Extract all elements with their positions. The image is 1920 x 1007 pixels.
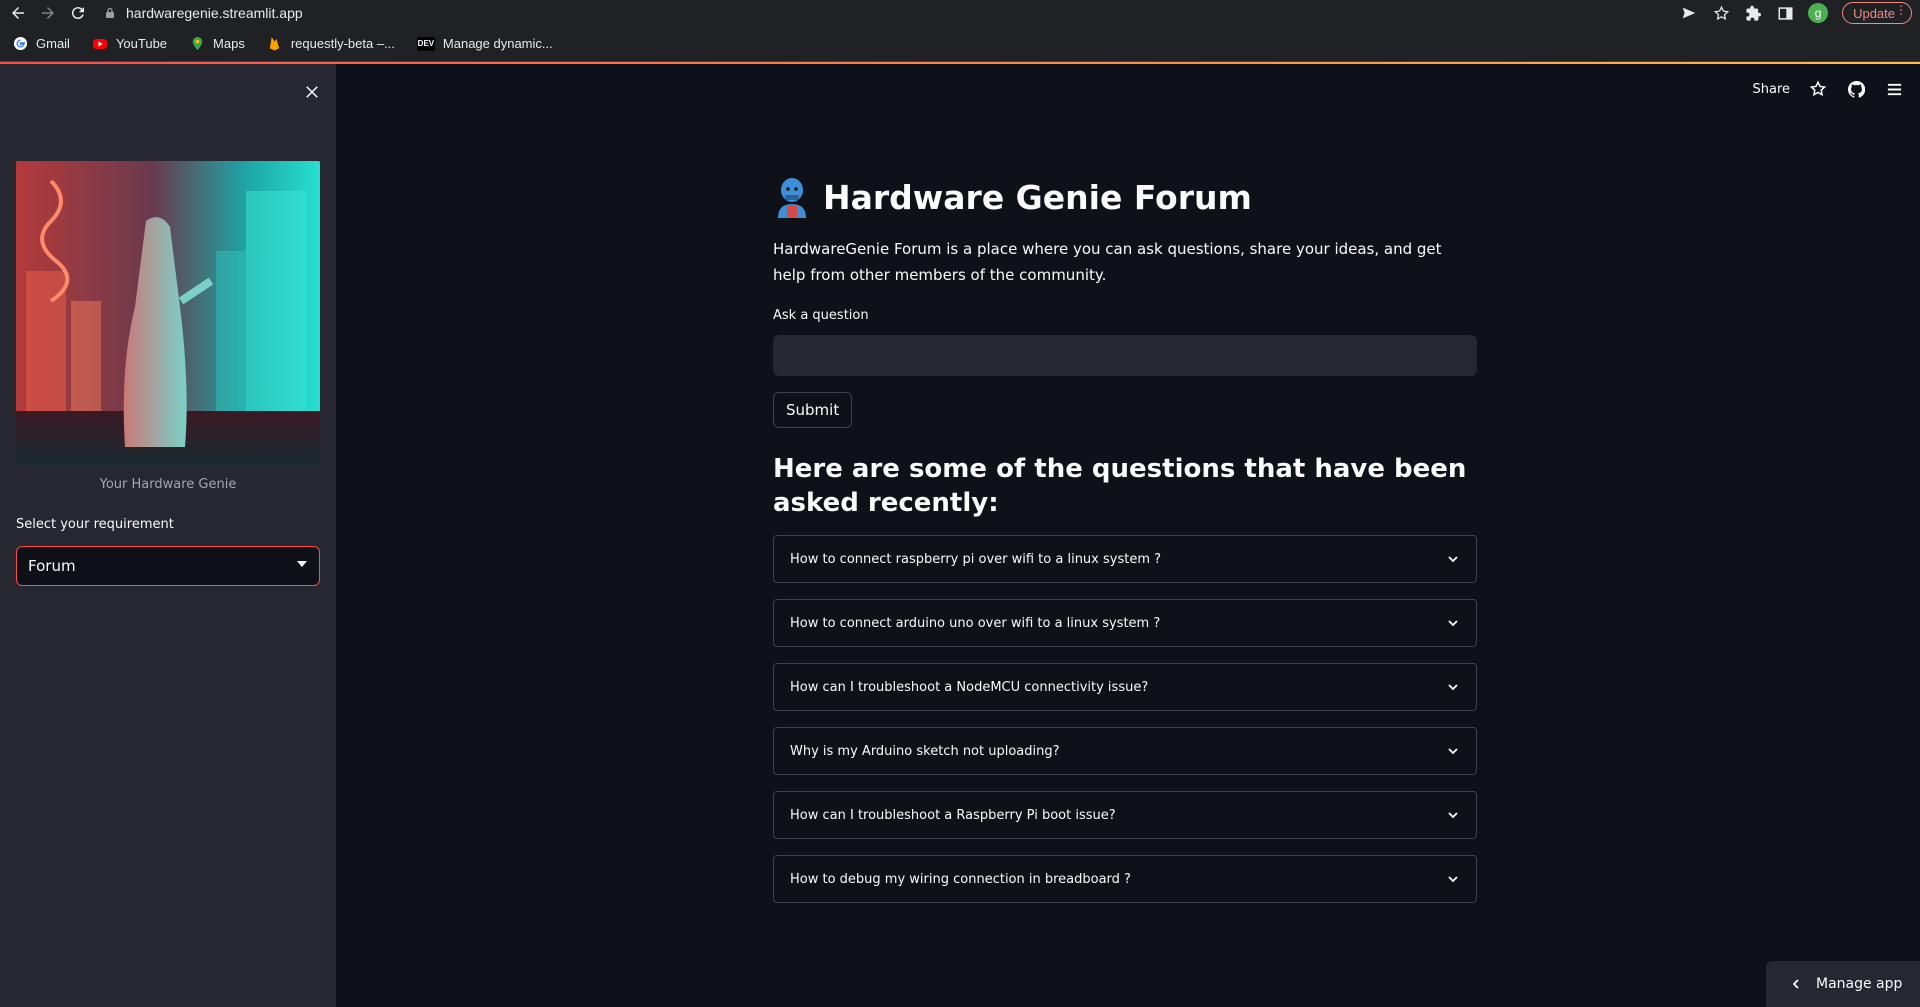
bookmark-label: Gmail [36, 36, 70, 51]
maps-icon [189, 36, 205, 52]
bookmark-youtube[interactable]: YouTube [92, 36, 167, 52]
page-title: Hardware Genie Forum [823, 177, 1252, 217]
bookmark-manage-dynamic[interactable]: DEV Manage dynamic... [416, 36, 553, 51]
hamburger-menu-icon[interactable] [1884, 79, 1904, 99]
chevron-down-icon [1448, 684, 1458, 691]
question-input[interactable] [773, 335, 1477, 376]
chevron-down-icon [1448, 876, 1458, 883]
firebase-icon [267, 36, 283, 52]
forward-icon[interactable] [36, 1, 60, 25]
caret-down-icon [297, 561, 307, 567]
chevron-down-icon [1448, 812, 1458, 819]
browser-toolbar: hardwaregenie.streamlit.app g Update ⋮ [0, 0, 1920, 26]
update-button[interactable]: Update ⋮ [1842, 2, 1912, 24]
bookmark-label: Manage dynamic... [442, 36, 553, 51]
manage-app-label: Manage app [1816, 976, 1903, 992]
profile-avatar[interactable]: g [1808, 3, 1829, 23]
genie-image [16, 161, 320, 465]
question-label: Ask a question [773, 308, 869, 323]
chevron-down-icon [1448, 748, 1458, 755]
manage-app-button[interactable]: Manage app [1766, 961, 1920, 1007]
url-text[interactable]: hardwaregenie.streamlit.app [126, 5, 303, 21]
chevron-down-icon [1448, 556, 1458, 563]
faq-expander[interactable]: How to connect arduino uno over wifi to … [773, 599, 1477, 647]
genie-icon [778, 178, 806, 218]
sidebar: Your Hardware Genie Select your requirem… [0, 64, 336, 1007]
bookmark-label: YouTube [115, 36, 168, 51]
share-button[interactable]: Share [1752, 82, 1790, 97]
close-sidebar-icon[interactable] [300, 80, 324, 104]
faq-expander[interactable]: How can I troubleshoot a NodeMCU connect… [773, 663, 1477, 711]
app-header: Share [1752, 78, 1904, 100]
faq-question: How to connect raspberry pi over wifi to… [790, 551, 1162, 567]
bookmarks-bar: Gmail YouTube Maps requestly-beta –... D… [0, 26, 1920, 62]
faq-question: Why is my Arduino sketch not uploading? [790, 743, 1060, 759]
bookmark-requestly[interactable]: requestly-beta –... [267, 36, 395, 52]
faq-list: How to connect raspberry pi over wifi to… [773, 535, 1477, 903]
chevron-down-icon [1448, 620, 1458, 627]
faq-expander[interactable]: Why is my Arduino sketch not uploading? [773, 727, 1477, 775]
star-icon[interactable] [1808, 79, 1828, 99]
title-row: Hardware Genie Forum [773, 170, 1477, 224]
faq-question: How to debug my wiring connection in bre… [790, 871, 1131, 887]
bookmark-star-icon[interactable] [1712, 4, 1730, 22]
github-icon[interactable] [1846, 79, 1866, 99]
youtube-icon [92, 36, 108, 52]
back-icon[interactable] [6, 1, 30, 25]
faq-expander[interactable]: How to debug my wiring connection in bre… [773, 855, 1477, 903]
update-label: Update [1853, 5, 1895, 21]
faq-question: How can I troubleshoot a Raspberry Pi bo… [790, 807, 1116, 823]
bookmark-gmail[interactable]: Gmail [12, 36, 70, 52]
google-icon [12, 36, 28, 52]
chevron-left-icon [1792, 979, 1799, 989]
submit-button[interactable]: Submit [773, 392, 853, 428]
requirement-select[interactable]: Forum [16, 546, 320, 586]
bookmark-label: requestly-beta –... [290, 36, 395, 51]
side-panel-icon[interactable] [1776, 4, 1794, 22]
recent-questions-heading: Here are some of the questions that have… [773, 454, 1467, 518]
reload-icon[interactable] [66, 1, 90, 25]
bookmark-label: Maps [213, 36, 245, 51]
faq-question: How to connect arduino uno over wifi to … [790, 615, 1161, 631]
more-vert-icon: ⋮ [1895, 3, 1907, 17]
select-label: Select your requirement [16, 517, 174, 532]
select-value: Forum [28, 557, 76, 575]
image-caption: Your Hardware Genie [99, 477, 237, 492]
bookmark-maps[interactable]: Maps [189, 36, 245, 52]
faq-expander[interactable]: How can I troubleshoot a Raspberry Pi bo… [773, 791, 1477, 839]
extensions-icon[interactable] [1744, 4, 1762, 22]
dev-icon: DEV [416, 36, 435, 51]
lock-icon [106, 7, 114, 18]
send-icon[interactable] [1680, 4, 1698, 22]
faq-expander[interactable]: How to connect raspberry pi over wifi to… [773, 535, 1477, 583]
main-content: Hardware Genie Forum HardwareGenie Forum… [773, 170, 1477, 919]
address-bar[interactable]: hardwaregenie.streamlit.app [104, 2, 303, 24]
faq-question: How can I troubleshoot a NodeMCU connect… [790, 679, 1149, 695]
intro-text: HardwareGenie Forum is a place where you… [773, 240, 1442, 284]
